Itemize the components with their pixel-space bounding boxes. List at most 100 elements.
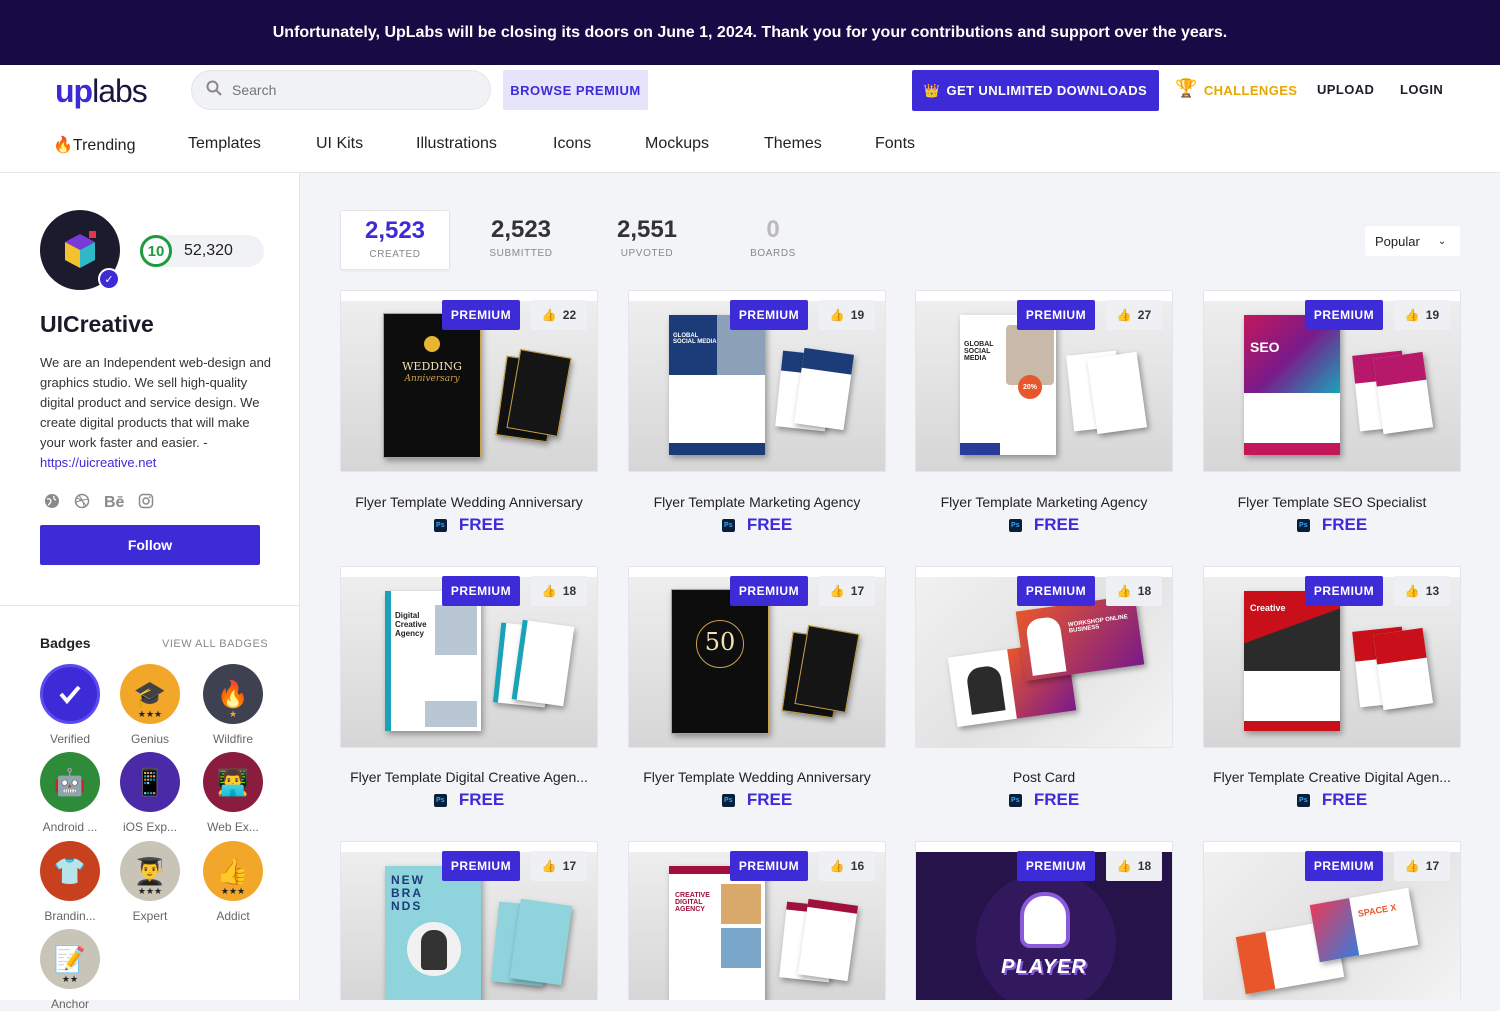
likes-counter[interactable]: 👍 27 (1106, 300, 1162, 330)
nav-illustrations[interactable]: Illustrations (416, 135, 497, 153)
marketing-flyer-stack (793, 347, 855, 431)
social-links: Bē (44, 493, 154, 513)
dribbble-icon[interactable] (74, 493, 90, 513)
login-link[interactable]: LOGIN (1400, 82, 1443, 97)
follow-button[interactable]: Follow (40, 525, 260, 565)
shot-title[interactable]: Flyer Template Marketing Agency (628, 494, 886, 510)
search-box[interactable] (191, 70, 491, 110)
search-icon (206, 80, 222, 101)
shot-card[interactable]: GLOBAL SOCIAL MEDIA PREMIUM 👍 19 (628, 290, 886, 472)
thumb-fifty-text: 50 (704, 628, 736, 656)
shot-card[interactable]: SPACE X PREMIUM 👍 17 (1203, 841, 1461, 1000)
shot-title[interactable]: Flyer Template Creative Digital Agen... (1203, 769, 1461, 785)
likes-counter[interactable]: 👍 19 (1394, 300, 1450, 330)
challenges-link[interactable]: 🏆 CHALLENGES (1175, 78, 1297, 99)
badge-web[interactable]: 👨‍💻 Web Ex... (201, 752, 265, 834)
shot-card[interactable]: PLAYER PREMIUM 👍 18 (915, 841, 1173, 1000)
creative-digital-flyer-stack (1372, 627, 1434, 711)
badge-label: Genius (130, 732, 170, 746)
shot-title[interactable]: Flyer Template Wedding Anniversary (628, 769, 886, 785)
shot-card[interactable]: SEO PREMIUM 👍 19 (1203, 290, 1461, 472)
likes-counter[interactable]: 👍 22 (531, 300, 587, 330)
shot-card[interactable]: NEW BRA NDS PREMIUM 👍 17 (340, 841, 598, 1000)
website-link[interactable]: https://uicreative.net (40, 455, 156, 470)
likes-counter[interactable]: 👍 18 (1106, 851, 1162, 881)
shot-card[interactable]: CREATIVE DIGITAL AGENCY PREMIUM 👍 16 (628, 841, 886, 1000)
get-unlimited-downloads-button[interactable]: 👑 GET UNLIMITED DOWNLOADS (912, 70, 1159, 111)
badge-verified[interactable]: Verified (38, 664, 102, 746)
shot-card[interactable]: WEDDING Anniversary PREMIUM 👍 22 (340, 290, 598, 472)
badge-addict[interactable]: 👍 ★★★ Addict (201, 841, 265, 923)
likes-counter[interactable]: 👍 18 (1106, 576, 1162, 606)
shot-price: Ps FREE (340, 790, 598, 810)
likes-counter[interactable]: 👍 17 (531, 851, 587, 881)
photoshop-icon: Ps (721, 518, 735, 532)
shot-card[interactable]: Creative PREMIUM 👍 13 (1203, 566, 1461, 748)
thumbs-up-icon: 👍 (541, 308, 557, 322)
likes-counter[interactable]: 👍 17 (819, 576, 875, 606)
badge-branding[interactable]: 👕 Brandin... (38, 841, 102, 923)
stat-boards-tab[interactable]: 0 BOARDS (718, 210, 828, 270)
nav-ui-kits[interactable]: UI Kits (316, 135, 363, 153)
badge-anchor[interactable]: 📝 ★★ Anchor (38, 929, 102, 1011)
stat-created-tab[interactable]: 2,523 CREATED (340, 210, 450, 270)
badge-wildfire[interactable]: 🔥 ★ Wildfire (201, 664, 265, 746)
social-media-flyer-image: GLOBAL SOCIAL MEDIA 20% (960, 315, 1056, 455)
shot-price: Ps FREE (628, 515, 886, 535)
price-label: FREE (746, 515, 793, 534)
shot-title[interactable]: Post Card (915, 769, 1173, 785)
shot-card[interactable]: Digital Creative Agency PREMIUM 👍 18 (340, 566, 598, 748)
top-header: uplabs BROWSE PREMIUM 👑 GET UNLIMITED DO… (0, 65, 1500, 115)
trophy-icon: 🏆 (1175, 78, 1198, 98)
instagram-icon[interactable] (138, 493, 154, 513)
behance-icon[interactable]: Bē (104, 494, 124, 512)
shot-title[interactable]: Flyer Template Digital Creative Agen... (340, 769, 598, 785)
stat-caption: BOARDS (750, 248, 796, 259)
nav-fonts[interactable]: Fonts (875, 135, 915, 153)
shot-title[interactable]: Flyer Template SEO Specialist (1203, 494, 1461, 510)
badge-android[interactable]: 🤖 Android ... (38, 752, 102, 834)
price-label: FREE (1033, 515, 1080, 534)
thumbs-up-icon: 👍 (1404, 859, 1420, 873)
nav-icons[interactable]: Icons (553, 135, 591, 153)
browse-premium-button[interactable]: BROWSE PREMIUM (503, 70, 648, 110)
search-input[interactable] (232, 82, 472, 98)
likes-counter[interactable]: 👍 18 (531, 576, 587, 606)
nav-trending[interactable]: 🔥Trending (53, 135, 135, 155)
badge-label: Expert (132, 909, 168, 923)
shot-card[interactable]: 50 PREMIUM 👍 17 (628, 566, 886, 748)
likes-count: 17 (562, 859, 577, 873)
upload-link[interactable]: UPLOAD (1317, 82, 1374, 97)
likes-counter[interactable]: 👍 16 (819, 851, 875, 881)
shot-title[interactable]: Flyer Template Marketing Agency (915, 494, 1173, 510)
shot-card[interactable]: GLOBAL SOCIAL MEDIA 20% PREMIUM 👍 27 (915, 290, 1173, 472)
stat-upvoted-tab[interactable]: 2,551 UPVOTED (592, 210, 702, 270)
likes-counter[interactable]: 👍 13 (1394, 576, 1450, 606)
shot-price: Ps FREE (915, 790, 1173, 810)
level-badge: 10 (140, 235, 172, 267)
likes-counter[interactable]: 👍 19 (819, 300, 875, 330)
globe-icon[interactable] (44, 493, 60, 513)
likes-counter[interactable]: 👍 17 (1394, 851, 1450, 881)
nav-templates[interactable]: Templates (188, 135, 261, 153)
badge-expert[interactable]: 👨‍🎓 ★★★ Expert (118, 841, 182, 923)
premium-badge: PREMIUM (1305, 851, 1383, 881)
premium-badge: PREMIUM (442, 576, 520, 606)
badge-genius[interactable]: 🎓 ★★★ Genius (118, 664, 182, 746)
sort-select[interactable]: Popular ⌄ (1365, 226, 1460, 256)
stat-submitted-tab[interactable]: 2,523 SUBMITTED (466, 210, 576, 270)
challenges-label: CHALLENGES (1203, 82, 1298, 98)
price-label: FREE (1033, 790, 1080, 809)
profile-name: UICreative (40, 311, 154, 337)
shot-card[interactable]: WORKSHOP ONLINE BUSINESS PREMIUM 👍 18 (915, 566, 1173, 748)
view-all-badges-link[interactable]: VIEW ALL BADGES (162, 638, 268, 650)
badge-ios[interactable]: 📱 iOS Exp... (118, 752, 182, 834)
premium-badge: PREMIUM (730, 576, 808, 606)
postcard-back-image: WORKSHOP ONLINE BUSINESS (1015, 594, 1145, 682)
uplabs-logo[interactable]: uplabs (55, 73, 148, 110)
shot-title[interactable]: Flyer Template Wedding Anniversary (340, 494, 598, 510)
nav-mockups[interactable]: Mockups (645, 135, 709, 153)
likes-count: 18 (1137, 584, 1152, 598)
nav-themes[interactable]: Themes (764, 135, 822, 153)
premium-badge: PREMIUM (730, 851, 808, 881)
